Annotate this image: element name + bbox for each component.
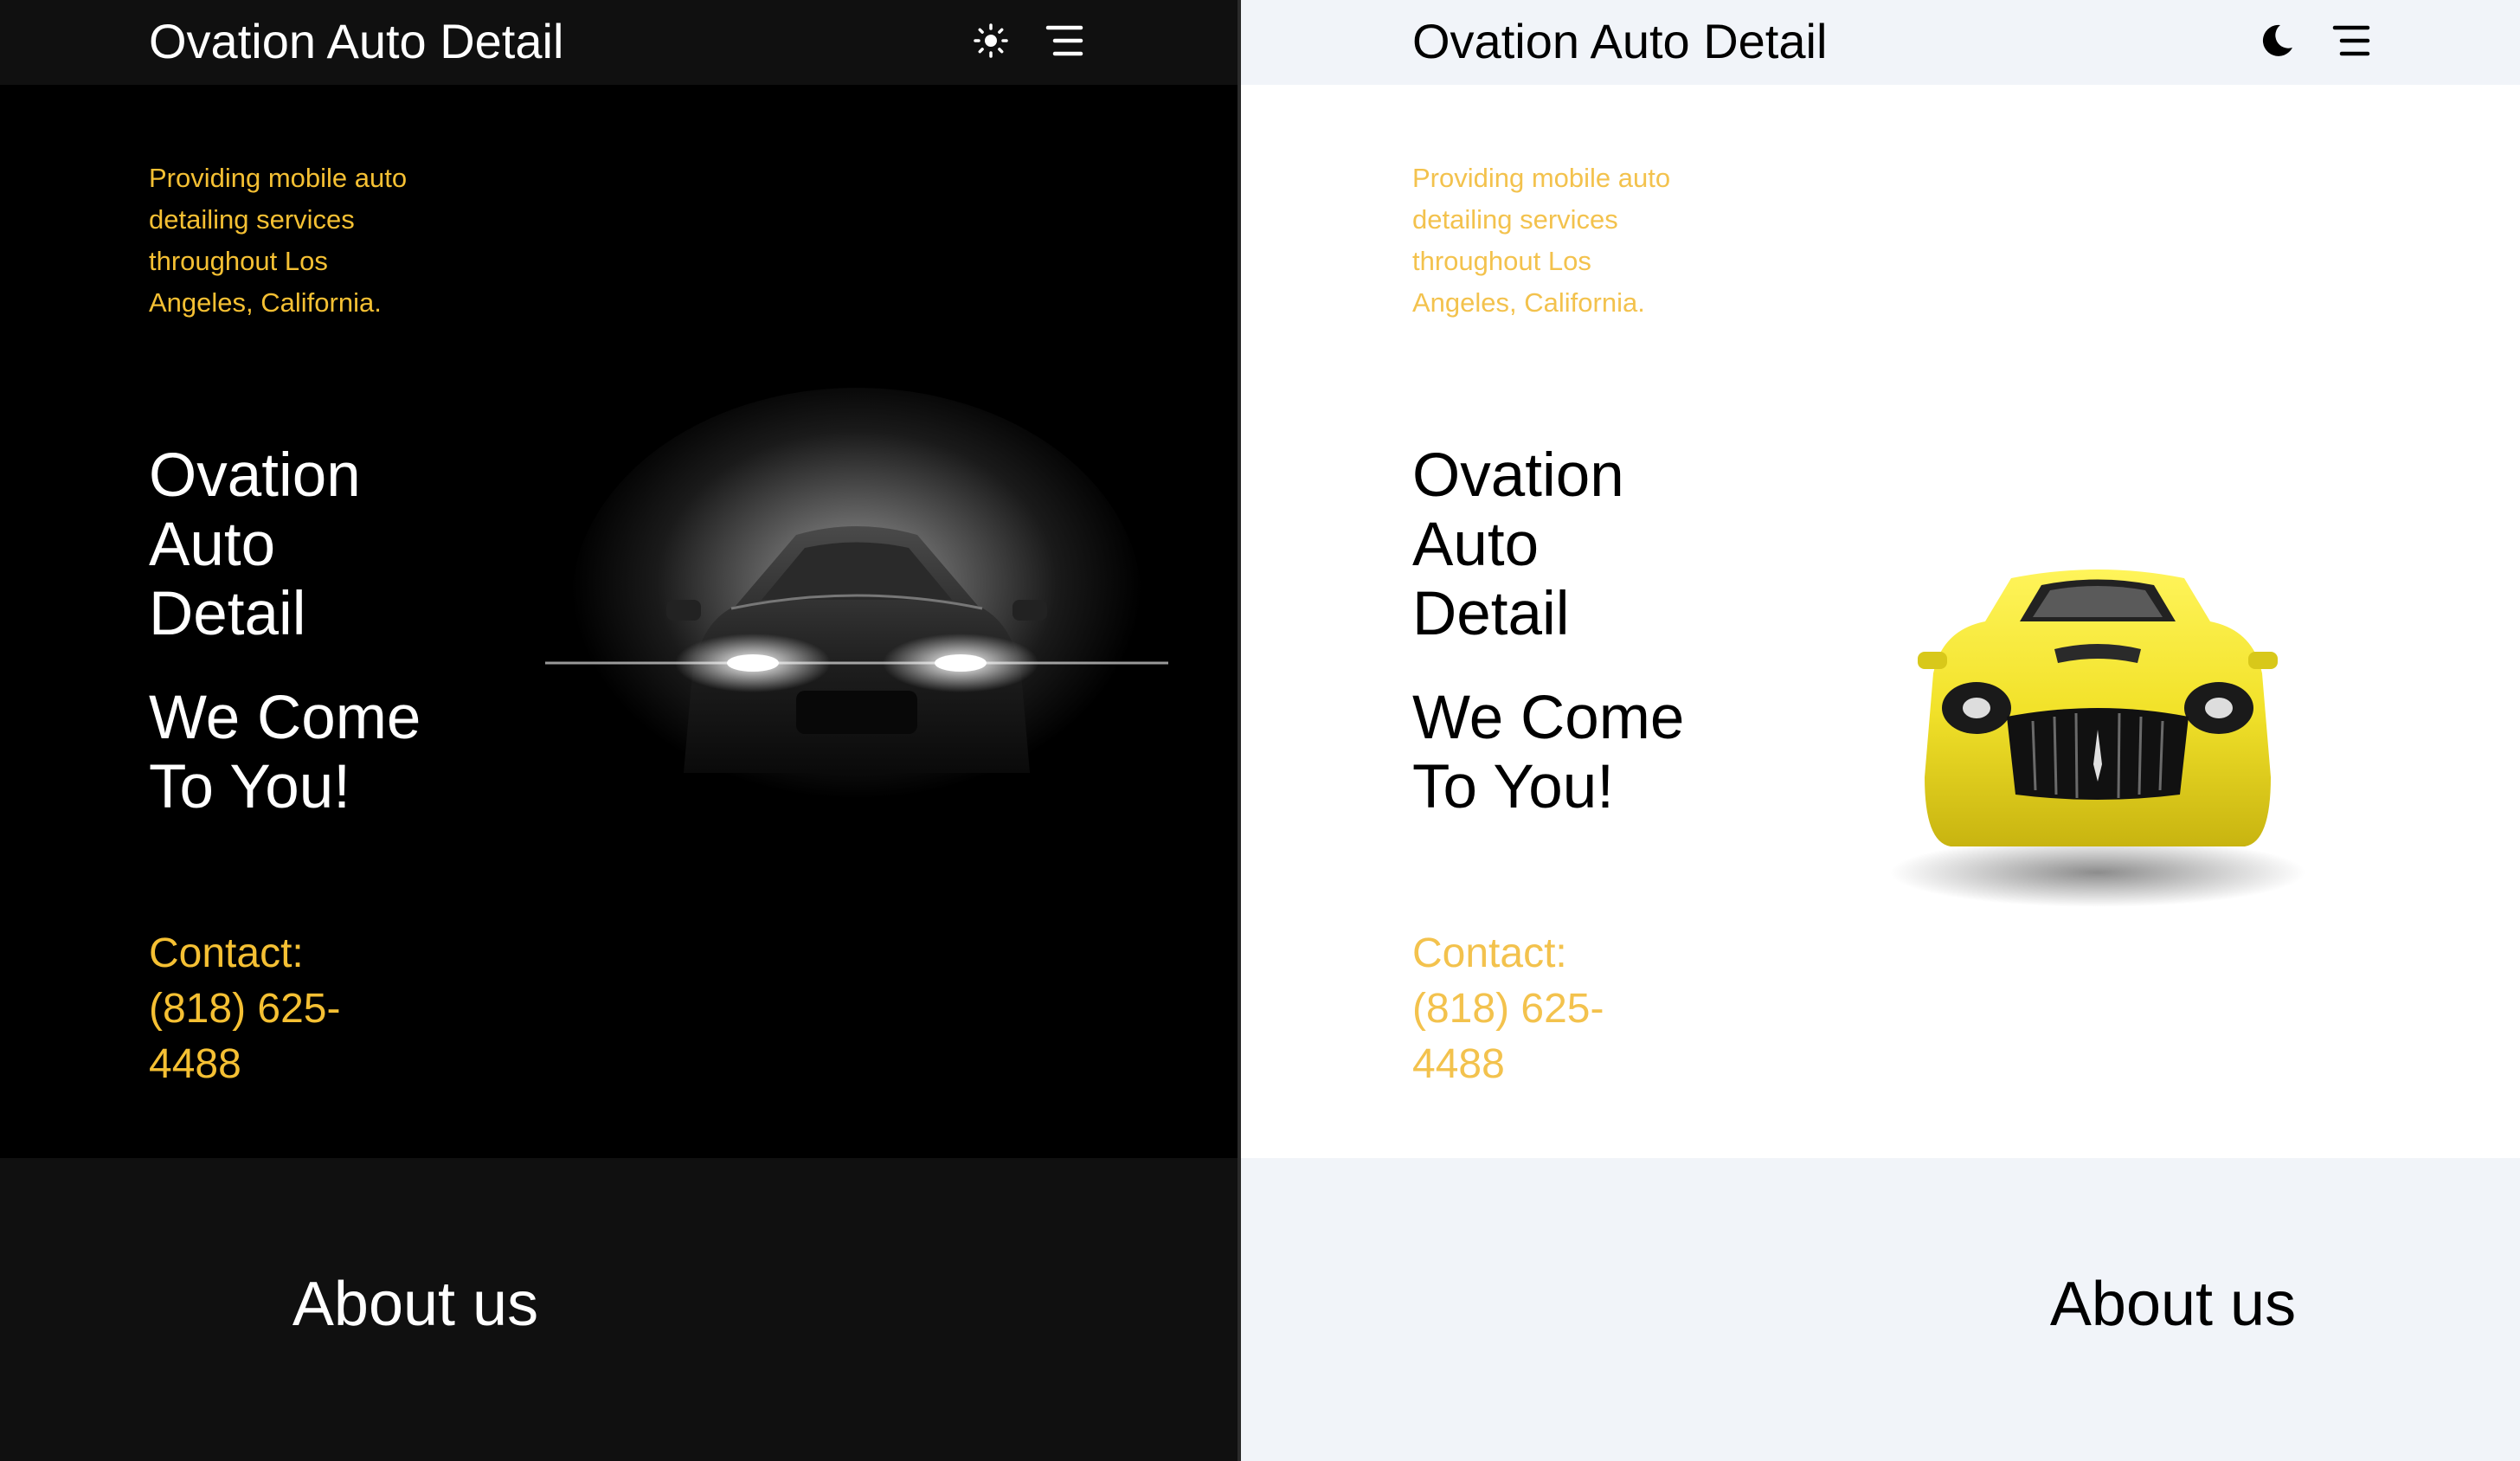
sun-icon (974, 23, 1008, 58)
about-section: About us (0, 1158, 1241, 1461)
menu-button[interactable] (1041, 17, 1088, 64)
hero-section: Providing mobile auto detailing services… (1241, 85, 2520, 1158)
dark-theme-page: Ovation Auto Detail Providing mobile aut… (0, 0, 1241, 1461)
about-section: About us (1241, 1158, 2520, 1461)
dark-car-headlights-image (545, 388, 1168, 821)
moon-icon (2262, 24, 2292, 56)
brand-link[interactable]: Ovation Auto Detail (1412, 11, 1827, 72)
menu-button[interactable] (2328, 17, 2375, 64)
hero-subtitle: We Come To You! (1412, 684, 1685, 821)
hero-title: Ovation Auto Detail (1412, 441, 1624, 648)
menu-icon (1045, 25, 1083, 56)
about-heading: About us (2049, 1270, 2297, 1339)
menu-icon (2332, 25, 2370, 56)
theme-toggle-button[interactable] (2253, 17, 2300, 64)
hero-title: Ovation Auto Detail (149, 441, 361, 648)
brand-link[interactable]: Ovation Auto Detail (149, 11, 563, 72)
light-theme-page: Ovation Auto Detail Providing mobile aut… (1241, 0, 2520, 1461)
navbar: Ovation Auto Detail (1241, 0, 2520, 85)
hero-section: Providing mobile auto detailing services… (0, 85, 1241, 1158)
yellow-sports-car-image (1890, 570, 2305, 907)
navbar: Ovation Auto Detail (0, 0, 1241, 85)
about-heading: About us (292, 1270, 539, 1339)
contact-phone-link[interactable]: Contact: (818) 625-4488 (149, 926, 408, 1092)
hero-subtitle: We Come To You! (149, 684, 421, 821)
hero-tagline: Providing mobile auto detailing services… (1412, 163, 1671, 318)
hero-tagline: Providing mobile auto detailing services… (149, 163, 408, 318)
theme-toggle-button[interactable] (968, 17, 1014, 64)
contact-phone-link[interactable]: Contact: (818) 625-4488 (1412, 926, 1672, 1092)
comparison-view: Ovation Auto Detail Providing mobile aut… (0, 0, 2520, 1461)
